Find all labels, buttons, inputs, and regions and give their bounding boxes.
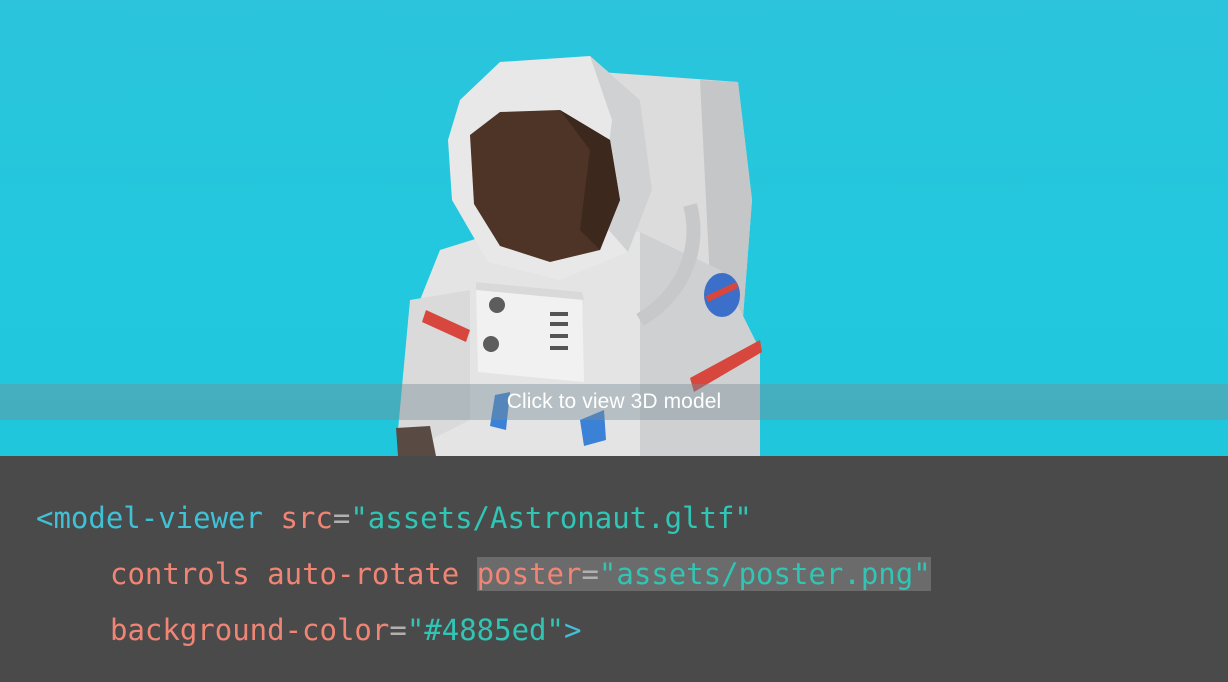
code-line-2: controls auto-rotate poster="assets/post… <box>110 554 931 594</box>
model-viewer[interactable]: Click to view 3D model <box>0 0 1228 456</box>
code-tag-close: > <box>563 613 582 647</box>
code-tag-open: <model-viewer <box>36 501 263 535</box>
code-attr-controls: controls <box>110 557 250 591</box>
code-equals: = <box>581 557 599 591</box>
slide: Click to view 3D model <model-viewer src… <box>0 0 1228 682</box>
code-attr-background-color: background-color <box>110 613 390 647</box>
code-snippet-panel: <model-viewer src="assets/Astronaut.gltf… <box>0 456 1228 682</box>
code-value-src: "assets/Astronaut.gltf" <box>350 501 752 535</box>
code-line-1: <model-viewer src="assets/Astronaut.gltf… <box>36 498 752 538</box>
click-to-view-label: Click to view 3D model <box>506 390 722 413</box>
code-value-poster: "assets/poster.png" <box>598 557 931 591</box>
code-attr-src: src <box>280 501 333 535</box>
code-equals: = <box>332 501 351 535</box>
code-equals: = <box>389 613 407 647</box>
code-attr-poster: poster <box>476 557 582 591</box>
poster-overlay-bar[interactable]: Click to view 3D model <box>0 384 1228 420</box>
code-line-3: background-color="#4885ed"> <box>110 610 581 650</box>
code-value-background-color: "#4885ed" <box>406 613 564 647</box>
code-attr-auto-rotate: auto-rotate <box>267 557 460 591</box>
code-highlight-poster: poster="assets/poster.png" <box>476 557 931 591</box>
